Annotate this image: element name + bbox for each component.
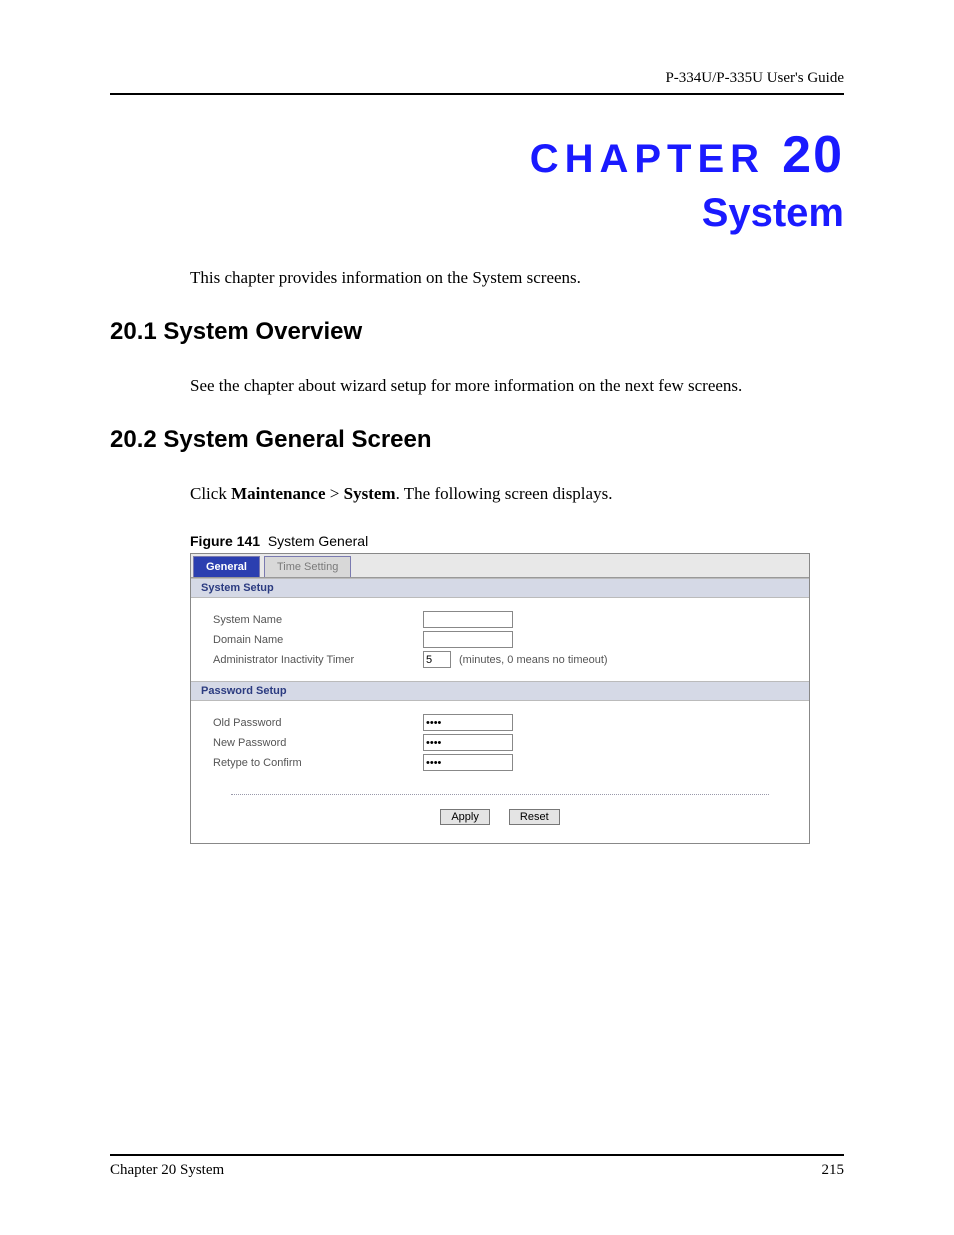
row-old-password: Old Password	[213, 714, 787, 731]
input-retype-confirm[interactable]	[423, 754, 513, 771]
page-footer: Chapter 20 System 215	[110, 1154, 844, 1179]
tab-general[interactable]: General	[193, 556, 260, 577]
section-bar-system-setup: System Setup	[191, 578, 809, 598]
text-bold-maintenance: Maintenance	[231, 484, 325, 503]
input-new-password[interactable]	[423, 734, 513, 751]
button-row: Apply Reset	[191, 803, 809, 843]
chapter-number: 20	[782, 126, 844, 184]
figure-title: System General	[268, 533, 368, 549]
screenshot-system-general: General Time Setting System Setup System…	[190, 553, 810, 844]
label-inactivity-timer: Administrator Inactivity Timer	[213, 654, 423, 666]
text-run: Click	[190, 484, 231, 503]
text-run: >	[326, 484, 344, 503]
row-inactivity-timer: Administrator Inactivity Timer (minutes,…	[213, 651, 787, 668]
label-domain-name: Domain Name	[213, 634, 423, 646]
text-run: . The following screen displays.	[396, 484, 613, 503]
input-system-name[interactable]	[423, 611, 513, 628]
label-system-name: System Name	[213, 614, 423, 626]
tab-time-setting[interactable]: Time Setting	[264, 556, 351, 577]
input-domain-name[interactable]	[423, 631, 513, 648]
header-guide-title: P-334U/P-335U User's Guide	[110, 70, 844, 87]
intro-paragraph: This chapter provides information on the…	[190, 266, 844, 290]
separator	[231, 794, 769, 795]
figure-caption: Figure 141 System General	[190, 533, 844, 549]
apply-button[interactable]: Apply	[440, 809, 490, 825]
reset-button[interactable]: Reset	[509, 809, 560, 825]
section-20-2-heading: 20.2 System General Screen	[110, 426, 844, 454]
footer-left: Chapter 20 System	[110, 1162, 224, 1179]
chapter-label-line: CHAPTER 20	[110, 125, 844, 185]
page: P-334U/P-335U User's Guide CHAPTER 20 Sy…	[0, 0, 954, 1235]
system-setup-form: System Name Domain Name Administrator In…	[191, 598, 809, 681]
row-retype-confirm: Retype to Confirm	[213, 754, 787, 771]
section-20-2-body: Click Maintenance > System. The followin…	[190, 482, 844, 506]
footer-page-number: 215	[822, 1162, 845, 1179]
input-old-password[interactable]	[423, 714, 513, 731]
chapter-label: CHAPTER	[530, 137, 765, 181]
chapter-heading: CHAPTER 20 System	[110, 125, 844, 236]
hint-inactivity-timer: (minutes, 0 means no timeout)	[459, 654, 608, 666]
text-bold-system: System	[344, 484, 396, 503]
figure-label: Figure 141	[190, 533, 260, 549]
chapter-title: System	[110, 191, 844, 236]
header-rule	[110, 93, 844, 95]
footer-rule	[110, 1154, 844, 1156]
row-new-password: New Password	[213, 734, 787, 751]
row-domain-name: Domain Name	[213, 631, 787, 648]
label-retype-confirm: Retype to Confirm	[213, 757, 423, 769]
password-setup-form: Old Password New Password Retype to Conf…	[191, 701, 809, 784]
section-bar-password-setup: Password Setup	[191, 681, 809, 701]
label-new-password: New Password	[213, 737, 423, 749]
tab-bar: General Time Setting	[191, 554, 809, 578]
section-20-1-body: See the chapter about wizard setup for m…	[190, 374, 844, 398]
label-old-password: Old Password	[213, 717, 423, 729]
footer-row: Chapter 20 System 215	[110, 1162, 844, 1179]
input-inactivity-timer[interactable]	[423, 651, 451, 668]
row-system-name: System Name	[213, 611, 787, 628]
section-20-1-heading: 20.1 System Overview	[110, 318, 844, 346]
